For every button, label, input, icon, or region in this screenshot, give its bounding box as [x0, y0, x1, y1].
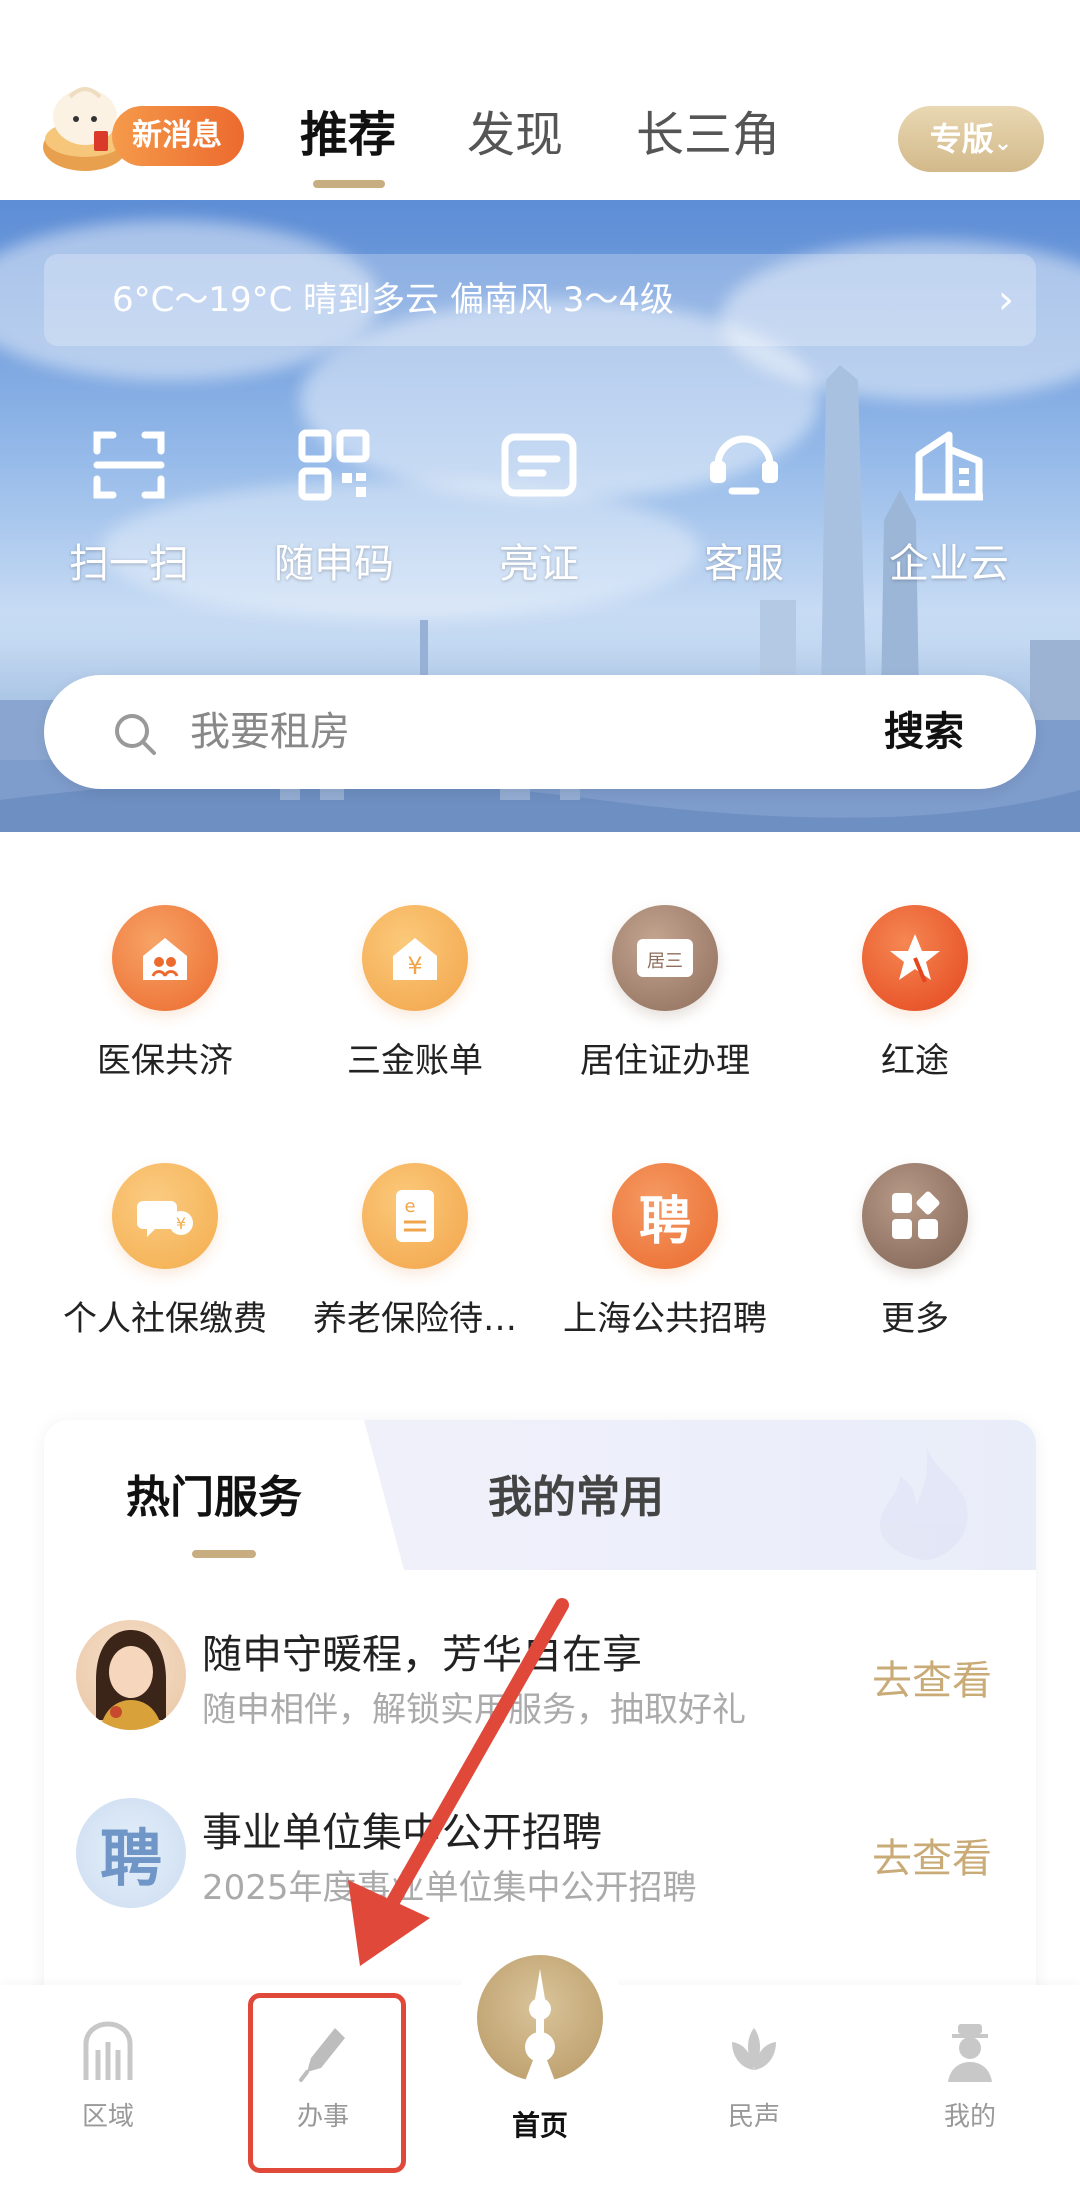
list-item[interactable]: 聘 事业单位集中公开招聘 2025年度事业单位集中公开招聘 去查看	[44, 1778, 1036, 1928]
quick-action-label: 亮证	[499, 541, 579, 587]
residence-card-icon: 居三	[612, 905, 718, 1011]
service-red-route[interactable]: 红途	[790, 905, 1040, 1082]
lotus-icon	[732, 2028, 776, 2070]
pension-doc-icon: e	[362, 1163, 468, 1269]
chevron-down-icon: ⌄	[993, 131, 1013, 156]
service-public-recruitment[interactable]: 聘 上海公共招聘	[540, 1163, 790, 1340]
weather-bar[interactable]: 6°C～19°C 晴到多云 偏南风 3～4级 ›	[44, 254, 1036, 346]
quick-action-label: 扫一扫	[69, 541, 189, 587]
row-subtitle: 随申相伴，解锁实用服务，抽取好礼	[202, 1690, 746, 1730]
tab-discover[interactable]: 发现	[467, 100, 563, 170]
search-input[interactable]: 我要租房	[190, 675, 790, 789]
nav-home[interactable]	[477, 1955, 603, 2081]
yuan-symbol: ¥	[407, 952, 422, 980]
id-card-icon	[501, 433, 577, 497]
recruit-character: 聘	[638, 1190, 691, 1252]
tab-hot-services[interactable]: 热门服务	[126, 1468, 302, 1528]
top-header: 新消息 推荐 发现 长三角 专版⌄	[0, 0, 1080, 200]
user-icon	[948, 2024, 992, 2082]
region-icon	[83, 2021, 133, 2080]
headset-icon	[710, 435, 778, 495]
service-label: 居住证办理	[580, 1041, 750, 1081]
quick-action-qr-code[interactable]: 随申码	[249, 425, 419, 589]
quick-action-scan[interactable]: 扫一扫	[44, 425, 214, 589]
qr-code-icon	[298, 429, 370, 501]
pension-doc-letter: e	[404, 1196, 415, 1217]
service-label: 个人社保缴费	[63, 1299, 267, 1339]
residence-card-text: 居三	[647, 951, 683, 972]
avatar	[76, 1620, 186, 1730]
quick-action-enterprise-cloud[interactable]: 企业云	[864, 425, 1034, 589]
service-label: 红途	[881, 1041, 949, 1081]
yuan-house-icon: ¥	[362, 905, 468, 1011]
nav-region[interactable]: 区域	[38, 2020, 178, 2133]
tower-icon	[525, 1969, 555, 2081]
tab-yangtze-delta[interactable]: 长三角	[636, 100, 780, 170]
service-label: 上海公共招聘	[563, 1299, 767, 1339]
quick-action-show-id[interactable]: 亮证	[454, 425, 624, 589]
service-label: 更多	[881, 1299, 949, 1339]
row-title: 随申守暖程，芳华自在享	[202, 1632, 642, 1678]
nav-label: 我的	[943, 2102, 996, 2132]
pro-edition-button[interactable]: 专版⌄	[898, 106, 1044, 172]
nav-mine[interactable]: 我的	[900, 2020, 1040, 2133]
service-three-funds-bill[interactable]: ¥ 三金账单	[290, 905, 540, 1082]
chevron-right-icon: ›	[998, 277, 1014, 323]
service-more[interactable]: 更多	[790, 1163, 1040, 1340]
quick-action-customer-service[interactable]: 客服	[659, 425, 829, 589]
social-security-icon: ¥	[112, 1163, 218, 1269]
card-tab-indicator	[192, 1550, 256, 1558]
new-message-badge[interactable]: 新消息	[112, 106, 244, 166]
tab-recommend[interactable]: 推荐	[300, 100, 396, 170]
search-bar: 我要租房 搜索	[44, 675, 1036, 789]
nav-home-label: 首页	[511, 2109, 568, 2142]
quick-action-label: 企业云	[889, 541, 1009, 587]
row-title: 事业单位集中公开招聘	[202, 1810, 602, 1856]
search-icon	[115, 714, 156, 755]
weather-text: 6°C～19°C 晴到多云 偏南风 3～4级	[112, 280, 675, 320]
search-button[interactable]: 搜索	[884, 675, 964, 789]
row-subtitle: 2025年度事业单位集中公开招聘	[202, 1868, 697, 1908]
service-medical-insurance[interactable]: 医保共济	[40, 905, 290, 1082]
service-social-security-payment[interactable]: ¥ 个人社保缴费	[40, 1163, 290, 1340]
tab-my-frequent[interactable]: 我的常用	[488, 1468, 664, 1528]
yuan-symbol: ¥	[176, 1214, 186, 1233]
avatar: 聘	[76, 1798, 186, 1908]
service-label: 医保共济	[97, 1041, 233, 1081]
active-tab-indicator	[313, 180, 385, 188]
service-residence-permit[interactable]: 居三 居住证办理	[540, 905, 790, 1082]
list-item[interactable]: 随申守暖程，芳华自在享 随申相伴，解锁实用服务，抽取好礼 去查看	[44, 1600, 1036, 1750]
building-icon	[915, 431, 983, 501]
recruit-character: 聘	[99, 1822, 162, 1895]
family-house-icon	[112, 905, 218, 1011]
nav-label: 区域	[81, 2102, 134, 2132]
view-button[interactable]: 去查看	[872, 1826, 992, 1884]
quick-action-label: 客服	[704, 541, 784, 587]
more-grid-icon	[862, 1163, 968, 1269]
red-star-icon	[862, 905, 968, 1011]
view-button[interactable]: 去查看	[872, 1648, 992, 1706]
nav-label: 民声	[727, 2102, 780, 2132]
flame-icon	[880, 1446, 968, 1560]
highlight-box	[248, 1993, 406, 2173]
pro-edition-label: 专版	[929, 120, 994, 158]
service-label: 三金账单	[347, 1041, 483, 1081]
service-label: 养老保险待…	[313, 1299, 517, 1339]
woman-portrait-icon	[96, 1630, 166, 1730]
recruit-icon: 聘	[612, 1163, 718, 1269]
quick-action-label: 随申码	[274, 541, 394, 587]
service-pension-benefits[interactable]: e 养老保险待…	[290, 1163, 540, 1340]
scan-icon	[93, 431, 165, 499]
nav-public-voice[interactable]: 民声	[684, 2020, 824, 2133]
